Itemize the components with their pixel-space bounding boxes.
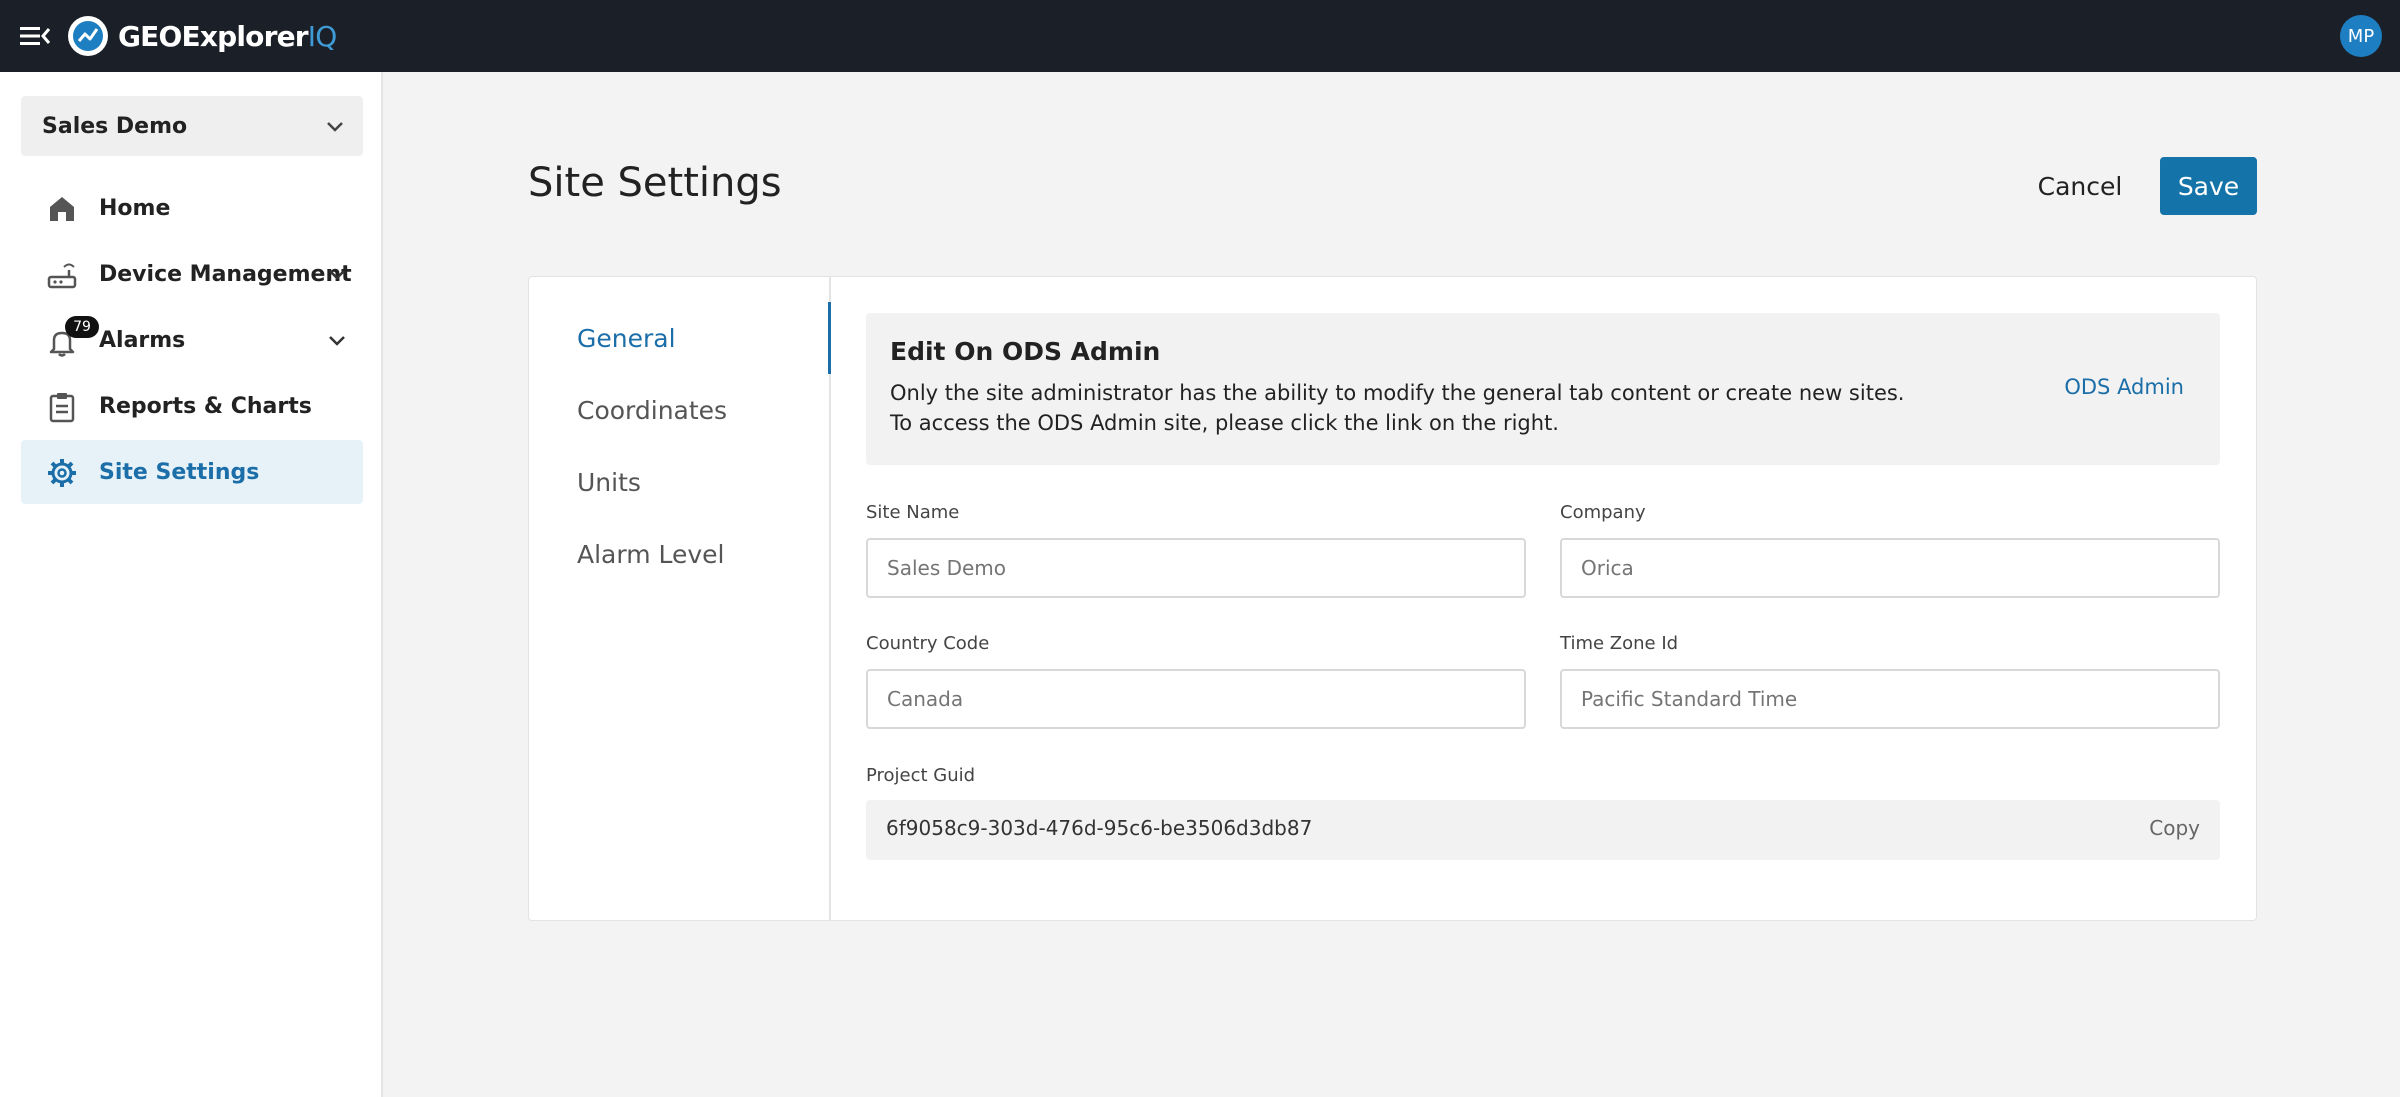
home-icon (50, 197, 74, 221)
user-avatar[interactable]: MP (2340, 15, 2382, 57)
copy-guid-button[interactable]: Copy (2149, 816, 2200, 840)
sidebar-item-device-management[interactable]: Device Management (21, 242, 363, 306)
site-name-field[interactable] (866, 538, 1526, 598)
settings-card: General Coordinates Units Alarm Level Ed… (528, 276, 2257, 921)
project-guid-value: 6f9058c9-303d-476d-95c6-be3506d3db87 (886, 816, 1313, 840)
sidebar: Sales Demo Home Device Management 79 Ala… (0, 72, 383, 1097)
notice-text: Only the site administrator has the abil… (890, 381, 1905, 405)
site-selector[interactable]: Sales Demo (21, 96, 363, 156)
company-field[interactable] (1560, 538, 2220, 598)
tab-units[interactable]: Units (529, 446, 831, 518)
save-button[interactable]: Save (2160, 157, 2257, 215)
ods-admin-notice: Edit On ODS Admin Only the site administ… (866, 313, 2220, 465)
top-bar: GEOExplorerIQ MP (0, 0, 2400, 72)
page-title: Site Settings (528, 160, 782, 206)
clipboard-icon (49, 393, 75, 423)
ods-admin-link[interactable]: ODS Admin (2064, 375, 2184, 399)
site-selector-label: Sales Demo (42, 113, 188, 139)
site-name-label: Site Name (866, 502, 960, 523)
sidebar-item-home[interactable]: Home (21, 176, 363, 240)
country-code-label: Country Code (866, 633, 990, 654)
sidebar-item-site-settings[interactable]: Site Settings (21, 440, 363, 504)
project-guid-label: Project Guid (866, 765, 976, 786)
settings-tabs: General Coordinates Units Alarm Level (529, 277, 831, 920)
sidebar-item-label: Device Management (99, 261, 352, 287)
country-code-field[interactable] (866, 669, 1526, 729)
chevron-down-icon[interactable] (325, 262, 349, 286)
sidebar-item-label: Reports & Charts (99, 393, 312, 419)
router-icon (47, 263, 77, 289)
project-guid-field: 6f9058c9-303d-476d-95c6-be3506d3db87 Cop… (866, 800, 2220, 860)
collapse-menu-icon[interactable] (18, 20, 52, 52)
sidebar-item-label: Home (99, 195, 171, 221)
tab-general[interactable]: General (529, 302, 831, 374)
logo-text: GEOExplorerIQ (118, 19, 337, 53)
tab-coordinates[interactable]: Coordinates (529, 374, 831, 446)
sidebar-item-alarms[interactable]: 79 Alarms (21, 308, 363, 372)
alarm-count-badge: 79 (65, 316, 99, 338)
app-logo[interactable]: GEOExplorerIQ (66, 12, 337, 60)
sidebar-item-reports-charts[interactable]: Reports & Charts (21, 374, 363, 438)
chevron-down-icon (327, 122, 343, 132)
logo-mark-icon (68, 16, 108, 56)
time-zone-label: Time Zone Id (1560, 633, 1679, 654)
tab-alarm-level[interactable]: Alarm Level (529, 518, 831, 590)
chevron-down-icon[interactable] (325, 328, 349, 352)
sidebar-item-label: Site Settings (99, 459, 260, 485)
company-label: Company (1560, 502, 1646, 523)
sidebar-item-label: Alarms (99, 327, 186, 353)
notice-title: Edit On ODS Admin (890, 337, 1161, 366)
time-zone-field[interactable] (1560, 669, 2220, 729)
cancel-button[interactable]: Cancel (2026, 157, 2134, 215)
gear-icon (48, 459, 76, 487)
notice-text: To access the ODS Admin site, please cli… (890, 411, 1559, 435)
